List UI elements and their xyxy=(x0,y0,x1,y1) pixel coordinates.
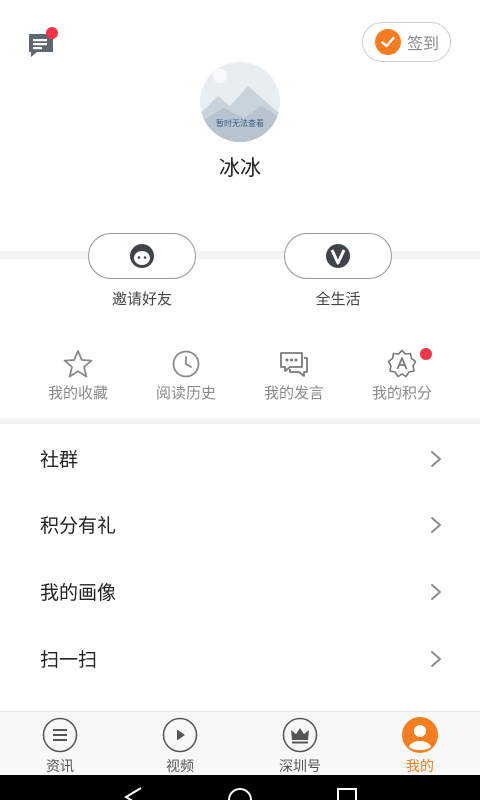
grid-item-posts[interactable]: 我的发言 xyxy=(234,346,354,410)
image-placeholder-icon xyxy=(200,62,280,142)
face-icon xyxy=(130,244,154,268)
grid-item-label: 我的积分 xyxy=(371,384,432,402)
menu-row-points-rewards[interactable]: 积分有礼 xyxy=(0,491,480,557)
checkin-label: 签到 xyxy=(407,34,440,53)
v-badge-icon xyxy=(326,244,350,268)
menu-row-label: 扫一扫 xyxy=(40,649,98,671)
menu-row-scan[interactable]: 扫一扫 xyxy=(0,625,480,691)
tab-mine[interactable]: 我的 xyxy=(360,712,480,776)
grid-item-points[interactable]: 我的积分 xyxy=(342,346,462,410)
full-life-label: 全生活 xyxy=(315,290,361,308)
list-icon xyxy=(42,717,78,753)
message-badge xyxy=(46,27,58,39)
message-button[interactable] xyxy=(26,27,58,60)
avatar-placeholder-text: 暂时无法查看 xyxy=(216,119,264,128)
tab-label: 我的 xyxy=(406,759,434,775)
grid-item-history[interactable]: 阅读历史 xyxy=(126,346,246,410)
recents-icon[interactable] xyxy=(337,788,357,800)
chevron-right-icon xyxy=(431,517,441,533)
tab-label: 深圳号 xyxy=(279,759,321,775)
person-icon xyxy=(402,717,438,753)
grid-item-favorites[interactable]: 我的收藏 xyxy=(18,346,138,410)
chevron-right-icon xyxy=(431,584,441,600)
invite-friends-button[interactable] xyxy=(88,233,196,279)
tab-video[interactable]: 视频 xyxy=(120,712,240,776)
chat-icon xyxy=(280,352,308,377)
play-icon xyxy=(162,717,198,753)
crown-icon xyxy=(282,717,318,753)
divider-band xyxy=(0,251,480,259)
bottom-tab-bar: 资讯 视频 深圳号 我的 xyxy=(0,711,480,775)
menu-row-label: 积分有礼 xyxy=(40,515,117,537)
tab-label: 资讯 xyxy=(46,759,74,775)
tab-news[interactable]: 资讯 xyxy=(0,712,120,776)
back-icon[interactable] xyxy=(124,787,142,800)
invite-friends-label: 邀请好友 xyxy=(111,290,172,308)
menu-row-my-profile[interactable]: 我的画像 xyxy=(0,558,480,624)
section-divider xyxy=(0,418,480,424)
checkin-button[interactable]: 签到 xyxy=(362,22,451,62)
clock-icon xyxy=(172,350,200,378)
tab-label: 视频 xyxy=(166,759,194,775)
grid-item-label: 我的收藏 xyxy=(47,384,108,402)
system-navigation-bar xyxy=(0,775,480,800)
avatar[interactable]: 暂时无法查看 xyxy=(200,62,280,142)
grid-item-label: 阅读历史 xyxy=(155,384,216,402)
points-badge xyxy=(420,348,432,360)
star-icon xyxy=(63,350,93,378)
full-life-button[interactable] xyxy=(284,233,392,279)
username: 冰冰 xyxy=(219,156,261,180)
tab-shenzhen-account[interactable]: 深圳号 xyxy=(240,712,360,776)
chevron-right-icon xyxy=(431,451,441,467)
menu-row-label: 我的画像 xyxy=(40,582,117,604)
grid-item-label: 我的发言 xyxy=(263,384,324,402)
points-badge-icon xyxy=(387,349,417,378)
chevron-right-icon xyxy=(431,651,441,667)
home-icon[interactable] xyxy=(228,788,252,800)
menu-row-label: 社群 xyxy=(40,449,79,471)
check-icon xyxy=(375,29,401,55)
menu-row-community[interactable]: 社群 xyxy=(0,425,480,491)
